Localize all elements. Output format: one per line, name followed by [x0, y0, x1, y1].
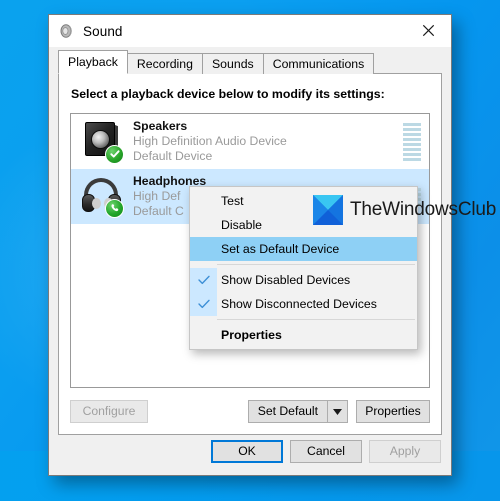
device-name: Speakers [133, 119, 188, 133]
checkmark-icon [190, 268, 217, 292]
volume-meter-speakers [403, 122, 421, 161]
device-list-item-speakers[interactable]: Speakers High Definition Audio Device De… [71, 114, 429, 169]
device-status: Default Device [133, 149, 213, 163]
menu-item-label: Disable [221, 218, 263, 232]
menu-gutter [190, 189, 217, 213]
footer-button-group: OK Cancel Apply [211, 440, 441, 463]
menu-item-show-disabled-devices[interactable]: Show Disabled Devices [190, 268, 417, 292]
dialog-footer: OK Cancel Apply [49, 429, 451, 475]
close-icon[interactable] [406, 15, 451, 46]
configure-button[interactable]: Configure [70, 400, 148, 423]
menu-gutter [190, 237, 217, 261]
title-bar: Sound [49, 15, 451, 47]
instruction-text: Select a playback device below to modify… [71, 87, 385, 101]
cancel-button[interactable]: Cancel [290, 440, 362, 463]
playback-button-row: Configure Set Default Properties [70, 400, 430, 423]
menu-item-label: Show Disabled Devices [221, 273, 351, 287]
menu-item-test[interactable]: Test [190, 189, 417, 213]
tab-communications[interactable]: Communications [262, 53, 375, 74]
headphones-icon [79, 174, 125, 220]
tab-sounds[interactable]: Sounds [201, 53, 264, 74]
device-info: Speakers High Definition Audio Device De… [133, 119, 403, 164]
menu-item-set-as-default-device[interactable]: Set as Default Device [190, 237, 417, 261]
checkmark-icon [190, 292, 217, 316]
set-default-button[interactable]: Set Default [249, 401, 327, 422]
menu-separator [217, 264, 415, 265]
menu-item-properties[interactable]: Properties [190, 323, 417, 347]
ok-button[interactable]: OK [211, 440, 283, 463]
menu-item-show-disconnected-devices[interactable]: Show Disconnected Devices [190, 292, 417, 316]
menu-gutter [190, 323, 217, 347]
green-phone-badge [105, 198, 124, 218]
tab-recording[interactable]: Recording [126, 53, 203, 74]
device-driver: High Definition Audio Device [133, 134, 287, 148]
menu-item-disable[interactable]: Disable [190, 213, 417, 237]
menu-item-label: Set as Default Device [221, 242, 340, 256]
menu-separator [217, 319, 415, 320]
properties-button[interactable]: Properties [356, 400, 430, 423]
menu-item-label: Test [221, 194, 244, 208]
window-title: Sound [83, 23, 123, 39]
green-check-badge [105, 144, 124, 164]
tab-strip: Playback Recording Sounds Communications [58, 50, 451, 74]
menu-item-label: Properties [221, 328, 282, 342]
tab-playback[interactable]: Playback [58, 50, 128, 74]
menu-item-label: Show Disconnected Devices [221, 297, 377, 311]
speaker-icon [59, 23, 75, 39]
device-context-menu: Test Disable Set as Default Device Show … [189, 186, 418, 350]
apply-button[interactable]: Apply [369, 440, 441, 463]
chevron-down-icon[interactable] [327, 401, 347, 422]
set-default-split-button[interactable]: Set Default [247, 400, 348, 423]
speaker-icon [79, 119, 125, 165]
menu-gutter [190, 213, 217, 237]
